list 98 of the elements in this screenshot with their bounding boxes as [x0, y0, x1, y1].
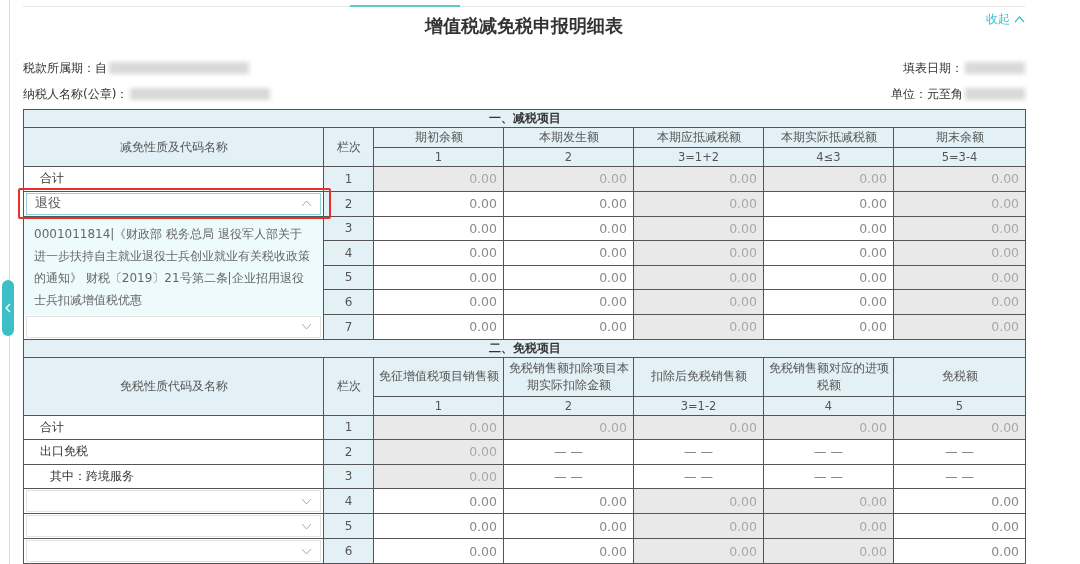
table-cell: 0.00 [893, 191, 1026, 216]
table-cell: 0.00 [373, 265, 504, 290]
table-cell: 0.00 [633, 166, 764, 191]
table-cell: 0.00 [373, 166, 504, 191]
table-cell: 0.00 [373, 240, 504, 265]
meta-label: 纳税人名称(公章)： [23, 85, 129, 103]
chevron-up-icon [1014, 16, 1025, 23]
table-cell: 0.00 [633, 314, 764, 339]
column-header: 扣除后免税销售额 [633, 357, 764, 396]
table-cell: 0.00 [893, 415, 1026, 440]
chevron-down-icon [301, 497, 312, 505]
table-cell: 0.00 [763, 240, 894, 265]
table-cell: 0.00 [763, 166, 894, 191]
table-cell: 0.00 [373, 513, 504, 539]
select-field[interactable] [26, 490, 321, 512]
table-cell: 0.00 [763, 538, 894, 564]
select-field[interactable]: 退役 [26, 192, 321, 215]
chevron-down-icon [301, 522, 312, 530]
table-cell: 0.00 [373, 415, 504, 440]
table-cell: 0.00 [893, 289, 1026, 314]
table-cell: 0.00 [503, 538, 634, 564]
table-cell: 0.00 [763, 488, 894, 514]
table-cell: 0.00 [373, 289, 504, 314]
row-label: 合计 [39, 419, 64, 434]
table-cell: — — [893, 439, 1026, 464]
table-cell: 0.00 [893, 240, 1026, 265]
table-cell: 0.00 [633, 191, 764, 216]
table-cell: 0.00 [763, 216, 894, 241]
table-cell: 0.00 [893, 488, 1026, 514]
table-cell: — — [763, 464, 894, 489]
table-cell: 0.00 [503, 289, 634, 314]
column-header: 栏次 [323, 127, 374, 167]
table-cell: 0.00 [373, 314, 504, 339]
column-header: 免税销售额扣除项目本期实际扣除金额 [503, 357, 634, 396]
table-cell: 0.00 [633, 488, 764, 514]
column-header: 免征增值税项目销售额 [373, 357, 504, 396]
chevron-left-icon [5, 303, 11, 313]
column-header: 减免性质及代码名称 [23, 127, 324, 167]
meta-label: 税款所属期：自 [23, 59, 107, 77]
select-field[interactable] [26, 540, 321, 562]
table-cell: 0.00 [633, 240, 764, 265]
table-cell: 0.00 [633, 538, 764, 564]
chevron-down-icon [301, 323, 312, 330]
table-cell: 0.00 [633, 289, 764, 314]
table-cell: — — [633, 464, 764, 489]
table-cell: 0.00 [503, 265, 634, 290]
table-cell: 0.00 [503, 314, 634, 339]
meta-label: 单位：元至角 [891, 85, 963, 103]
table-cell: 0.00 [763, 415, 894, 440]
table-cell: 0.00 [373, 488, 504, 514]
table-cell: 0.00 [893, 314, 1026, 339]
table-cell: 0.00 [893, 216, 1026, 241]
select-field[interactable] [26, 515, 321, 537]
column-header: 免税销售额对应的进项税额 [763, 357, 894, 396]
table-cell: 0.00 [633, 265, 764, 290]
table-cell: 0.00 [893, 166, 1026, 191]
table-cell: 0.00 [763, 191, 894, 216]
table-cell: 0.00 [373, 464, 504, 489]
table-cell: 0.00 [503, 488, 634, 514]
column-header: 免税额 [893, 357, 1026, 396]
table-cell: 0.00 [503, 216, 634, 241]
table-cell: 0.00 [633, 415, 764, 440]
table-cell: 0.00 [503, 240, 634, 265]
table-cell: 0.00 [503, 415, 634, 440]
row-label: 合计 [39, 171, 64, 186]
dropdown-option[interactable]: 0001011814|《财政部 税务总局 退役军人部关于进一步扶持自主就业退役士兵创业就业有关税收政策的通知》 财税〔2019〕21号第二条|企业招用退役士兵扣减增值税优惠 [34, 222, 311, 311]
meta-label: 填表日期： [903, 59, 963, 77]
table-cell: 0.00 [893, 538, 1026, 564]
select-field[interactable] [26, 315, 321, 338]
table-cell: — — [503, 439, 634, 464]
collapse-sidebar-button[interactable] [2, 280, 14, 336]
table-cell: 0.00 [633, 216, 764, 241]
row-label: 其中：跨境服务 [49, 468, 134, 483]
table-cell: 0.00 [503, 166, 634, 191]
table-cell: — — [503, 464, 634, 489]
table-cell: — — [763, 439, 894, 464]
form-title: 增值税减免税申报明细表 [425, 14, 623, 38]
table-cell: 0.00 [503, 191, 634, 216]
table-cell: 0.00 [763, 289, 894, 314]
table-cell: 0.00 [373, 216, 504, 241]
chevron-up-icon [301, 200, 312, 207]
table-cell: 0.00 [373, 439, 504, 464]
column-header: 栏次 [323, 357, 374, 415]
table-cell: 0.00 [503, 513, 634, 539]
table-cell: 0.00 [763, 513, 894, 539]
row-label: 出口免税 [39, 444, 88, 459]
table-cell: 0.00 [763, 314, 894, 339]
table-cell: 0.00 [893, 265, 1026, 290]
table-cell: 0.00 [373, 191, 504, 216]
table-cell: 0.00 [763, 265, 894, 290]
table-cell: — — [633, 439, 764, 464]
table-cell: 0.00 [373, 538, 504, 564]
table-cell: 0.00 [633, 513, 764, 539]
table-cell: — — [893, 464, 1026, 489]
table-cell: 0.00 [893, 513, 1026, 539]
column-header: 免税性质代码及名称 [23, 357, 324, 415]
section-header: 一、减税项目 [23, 109, 1026, 128]
chevron-down-icon [301, 547, 312, 555]
